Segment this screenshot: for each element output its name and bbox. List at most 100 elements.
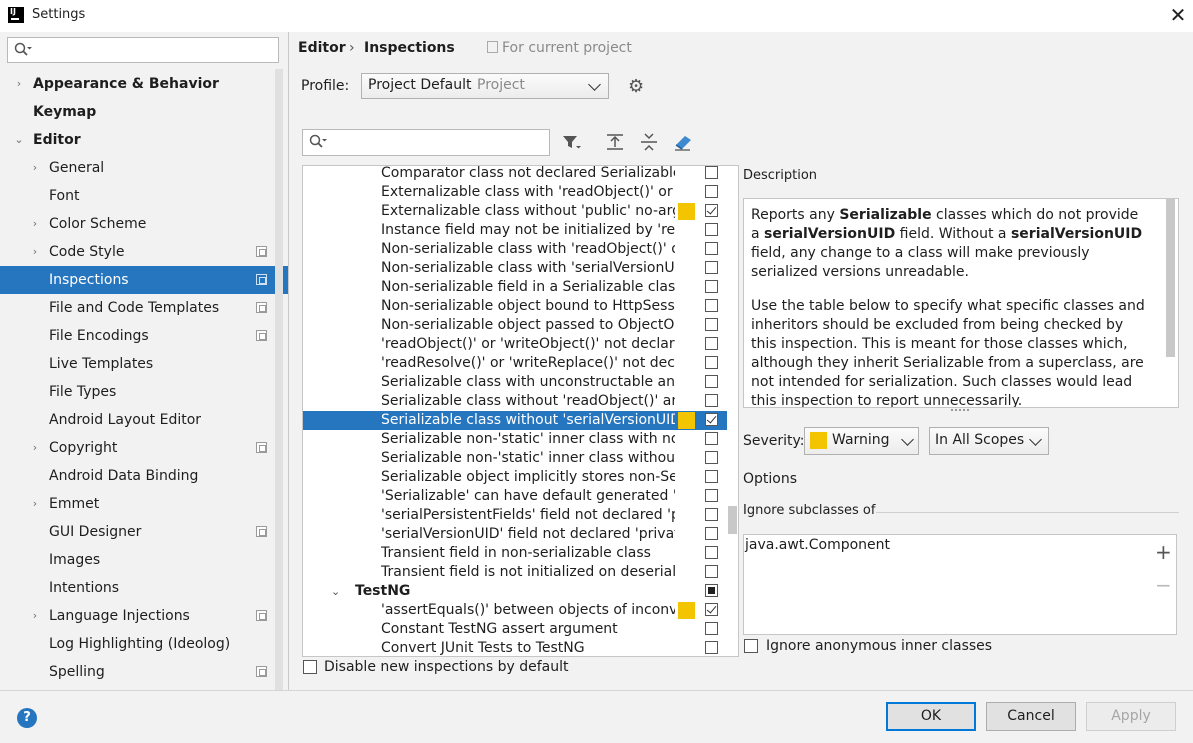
inspection-enabled-checkbox[interactable]: [705, 261, 718, 274]
chevron-right-icon[interactable]: ›: [29, 154, 41, 182]
inspection-row[interactable]: Non-serializable field in a Serializable…: [303, 278, 727, 297]
ignore-anonymous-checkbox[interactable]: [744, 639, 758, 653]
sidebar-item[interactable]: ⌄ Editor: [0, 126, 288, 154]
sidebar-item[interactable]: Android Data Binding: [0, 462, 288, 490]
inspection-row[interactable]: Serializable object implicitly stores no…: [303, 468, 727, 487]
disable-new-inspections-label[interactable]: Disable new inspections by default: [324, 659, 568, 675]
chevron-right-icon[interactable]: ›: [29, 210, 41, 238]
profile-dropdown[interactable]: Project Default Project: [361, 73, 609, 99]
inspection-row[interactable]: Non-serializable object passed to Object…: [303, 316, 727, 335]
inspection-enabled-checkbox[interactable]: [705, 603, 718, 616]
inspection-tree[interactable]: Comparator class not declared Serializab…: [302, 165, 739, 657]
inspection-enabled-checkbox[interactable]: [705, 185, 718, 198]
inspection-row[interactable]: 'Serializable' can have default generate…: [303, 487, 727, 506]
cancel-button[interactable]: Cancel: [986, 702, 1076, 731]
chevron-right-icon[interactable]: ›: [29, 602, 41, 630]
ignore-subclasses-list[interactable]: java.awt.Component: [743, 534, 1177, 635]
inspection-enabled-checkbox[interactable]: [705, 318, 718, 331]
expand-all-icon[interactable]: [604, 131, 626, 153]
sidebar-item[interactable]: › Appearance & Behavior: [0, 70, 288, 98]
inspection-row[interactable]: 'readResolve()' or 'writeReplace()' not …: [303, 354, 727, 373]
inspection-enabled-checkbox[interactable]: [705, 394, 718, 407]
sidebar-item[interactable]: Intentions: [0, 574, 288, 602]
inspection-enabled-checkbox[interactable]: [705, 641, 718, 654]
inspection-enabled-checkbox[interactable]: [705, 242, 718, 255]
sidebar-item[interactable]: File Types: [0, 378, 288, 406]
sidebar-item[interactable]: Images: [0, 546, 288, 574]
sidebar-scrollbar[interactable]: [275, 69, 283, 690]
inspection-enabled-checkbox[interactable]: [705, 337, 718, 350]
inspection-group-row[interactable]: ⌄ TestNG: [303, 582, 727, 601]
settings-search-input[interactable]: [7, 37, 279, 63]
inspection-row[interactable]: Serializable class with unconstructable …: [303, 373, 727, 392]
collapse-all-icon[interactable]: [638, 131, 660, 153]
filter-icon[interactable]: [560, 131, 582, 153]
inspection-enabled-checkbox[interactable]: [705, 356, 718, 369]
sidebar-item[interactable]: › Emmet: [0, 490, 288, 518]
inspection-row[interactable]: Constant TestNG assert argument: [303, 620, 727, 639]
inspection-enabled-checkbox[interactable]: [705, 299, 718, 312]
scope-dropdown[interactable]: In All Scopes: [929, 427, 1049, 455]
inspection-enabled-checkbox[interactable]: [705, 451, 718, 464]
inspection-row[interactable]: 'serialVersionUID' field not declared 'p…: [303, 525, 727, 544]
inspection-row[interactable]: Serializable non-'static' inner class wi…: [303, 449, 727, 468]
inspection-enabled-checkbox[interactable]: [705, 622, 718, 635]
apply-button[interactable]: Apply: [1086, 702, 1176, 731]
sidebar-item[interactable]: Live Templates: [0, 350, 288, 378]
gear-icon[interactable]: ⚙: [628, 78, 646, 96]
sidebar-item[interactable]: › Color Scheme: [0, 210, 288, 238]
inspection-enabled-checkbox[interactable]: [705, 508, 718, 521]
ok-button[interactable]: OK: [886, 702, 976, 731]
disable-new-inspections-checkbox[interactable]: [303, 660, 317, 674]
splitter-handle[interactable]: [951, 409, 969, 416]
inspection-row[interactable]: 'serialPersistentFields' field not decla…: [303, 506, 727, 525]
inspection-row[interactable]: Transient field is not initialized on de…: [303, 563, 727, 582]
inspection-row[interactable]: Transient field in non-serializable clas…: [303, 544, 727, 563]
chevron-right-icon[interactable]: ›: [13, 70, 25, 98]
inspection-row[interactable]: Non-serializable class with 'serialVersi…: [303, 259, 727, 278]
inspection-row[interactable]: Serializable class without 'serialVersio…: [303, 411, 727, 430]
inspection-enabled-checkbox[interactable]: [705, 546, 718, 559]
inspection-enabled-checkbox[interactable]: [705, 470, 718, 483]
chevron-right-icon[interactable]: ›: [29, 490, 41, 518]
reset-eraser-icon[interactable]: [672, 131, 694, 153]
description-scrollbar[interactable]: [1166, 199, 1175, 357]
sidebar-item[interactable]: Android Layout Editor: [0, 406, 288, 434]
inspection-enabled-checkbox[interactable]: [705, 565, 718, 578]
chevron-down-icon[interactable]: ⌄: [13, 126, 25, 154]
help-icon[interactable]: ?: [17, 708, 37, 728]
chevron-right-icon[interactable]: ›: [29, 434, 41, 462]
inspection-row[interactable]: Externalizable class with 'readObject()'…: [303, 183, 727, 202]
ignore-anonymous-label[interactable]: Ignore anonymous inner classes: [766, 638, 992, 654]
inspection-row[interactable]: 'assertEquals()' between objects of inco…: [303, 601, 727, 620]
inspection-row[interactable]: Externalizable class without 'public' no…: [303, 202, 727, 221]
inspection-row[interactable]: Comparator class not declared Serializab…: [303, 166, 727, 183]
inspection-enabled-checkbox[interactable]: [705, 413, 718, 426]
inspection-enabled-checkbox[interactable]: [705, 204, 718, 217]
sidebar-item[interactable]: Keymap: [0, 98, 288, 126]
inspection-enabled-checkbox[interactable]: [705, 527, 718, 540]
chevron-right-icon[interactable]: ›: [29, 238, 41, 266]
chevron-down-icon[interactable]: ⌄: [331, 582, 340, 601]
sidebar-item[interactable]: › Copyright: [0, 434, 288, 462]
sidebar-item[interactable]: File and Code Templates: [0, 294, 288, 322]
inspection-enabled-checkbox[interactable]: [705, 432, 718, 445]
inspection-row[interactable]: Convert JUnit Tests to TestNG: [303, 639, 727, 656]
inspection-enabled-checkbox[interactable]: [705, 375, 718, 388]
sidebar-item[interactable]: Log Highlighting (Ideolog): [0, 630, 288, 658]
sidebar-item[interactable]: › Language Injections: [0, 602, 288, 630]
inspection-row[interactable]: Non-serializable class with 'readObject(…: [303, 240, 727, 259]
sidebar-item[interactable]: Spelling: [0, 658, 288, 686]
close-icon[interactable]: ✕: [1166, 2, 1190, 28]
inspection-scrollbar[interactable]: [728, 506, 737, 534]
inspection-enabled-checkbox[interactable]: [705, 223, 718, 236]
inspection-enabled-checkbox[interactable]: [705, 584, 718, 597]
sidebar-item[interactable]: Inspections: [0, 266, 288, 294]
inspection-row[interactable]: 'readObject()' or 'writeObject()' not de…: [303, 335, 727, 354]
ignore-subclass-item[interactable]: java.awt.Component: [745, 537, 890, 553]
sidebar-item[interactable]: GUI Designer: [0, 518, 288, 546]
severity-dropdown[interactable]: Warning: [804, 427, 919, 455]
inspection-row[interactable]: Serializable non-'static' inner class wi…: [303, 430, 727, 449]
inspection-enabled-checkbox[interactable]: [705, 489, 718, 502]
sidebar-item[interactable]: › General: [0, 154, 288, 182]
